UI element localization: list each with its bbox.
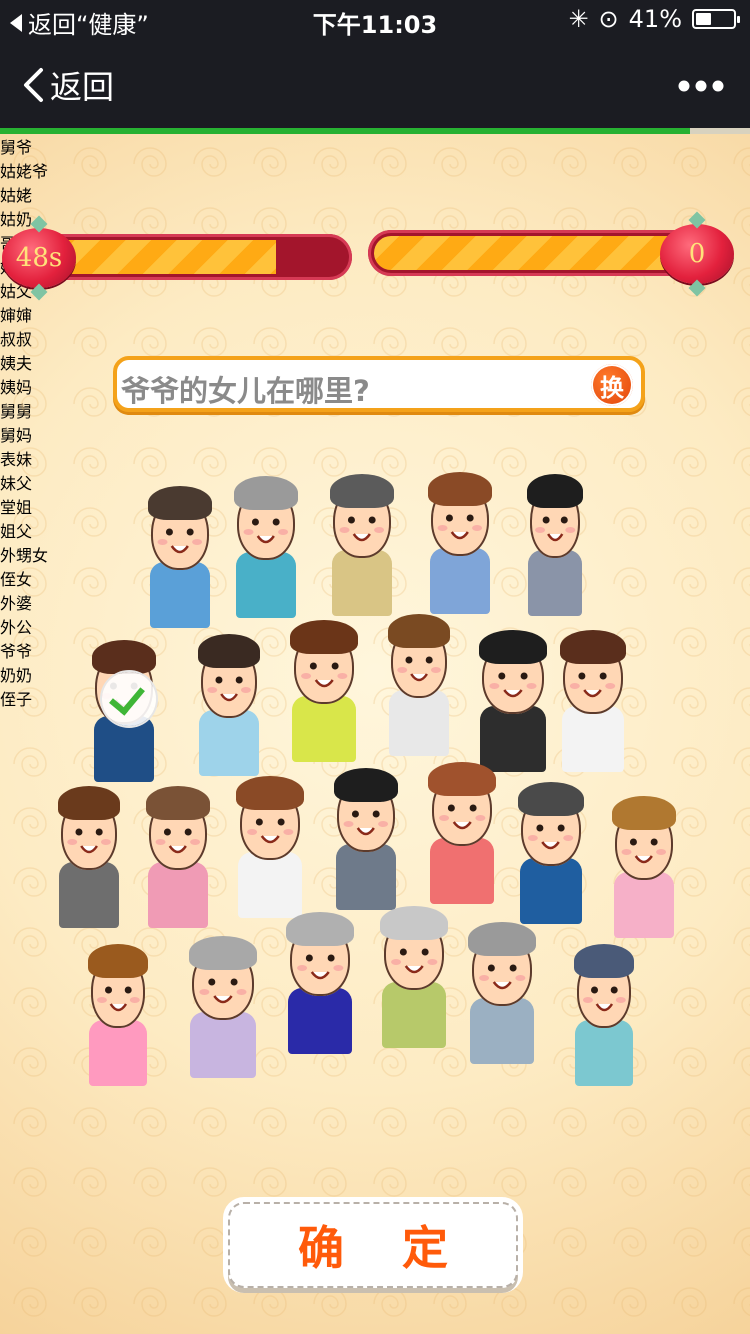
character-waishengnv[interactable] — [604, 794, 684, 944]
character-expression — [528, 824, 574, 850]
status-bar: 返回“健康” 下午11:03 ✳ ⊙ 41% — [0, 0, 750, 40]
battery-percent: 41% — [628, 5, 682, 33]
character-expression — [437, 514, 483, 540]
character-jiefu[interactable] — [510, 780, 592, 930]
character-expression — [157, 528, 203, 554]
character-waigong[interactable] — [278, 910, 362, 1060]
character-waipo[interactable] — [180, 934, 266, 1084]
character-gulaoye[interactable] — [226, 474, 306, 624]
character-expression — [478, 964, 526, 990]
ellipsis-icon — [678, 80, 724, 92]
character-gege[interactable] — [520, 472, 590, 622]
timer-text: 48s — [15, 243, 63, 273]
character-gufu[interactable] — [190, 632, 268, 782]
character-expression — [67, 828, 111, 854]
status-icons: ✳ ⊙ 41% — [568, 5, 740, 33]
character-shenshen[interactable] — [282, 618, 366, 768]
swap-question-button[interactable]: 换 — [591, 364, 633, 406]
character-jiuye[interactable] — [140, 484, 220, 634]
character-zhizi[interactable] — [566, 942, 642, 1092]
character-expression — [243, 518, 289, 544]
loading-spinner-icon: ✳ — [568, 5, 589, 33]
character-gunai[interactable] — [420, 470, 500, 620]
character-yima[interactable] — [552, 628, 634, 778]
character-expression — [438, 804, 486, 830]
character-expression — [207, 676, 251, 702]
character-expression — [339, 516, 385, 542]
character-expression — [397, 656, 441, 682]
character-expression — [582, 986, 626, 1012]
chevron-left-icon — [24, 68, 43, 102]
character-jiujiu[interactable] — [50, 784, 128, 934]
character-expression — [343, 810, 389, 836]
character-yeye[interactable] — [372, 904, 456, 1054]
nav-bar: 返回 — [0, 40, 750, 128]
character-expression — [489, 672, 537, 698]
selected-check-icon — [102, 672, 156, 726]
character-expression — [96, 986, 140, 1012]
character-expression — [246, 818, 294, 844]
back-label: 返回 — [50, 68, 115, 106]
question-text: 爷爷的女儿在哪里? — [121, 374, 370, 408]
character-nainai[interactable] — [460, 920, 544, 1070]
character-shushu[interactable] — [380, 612, 458, 762]
back-button[interactable]: 返回 — [22, 62, 114, 108]
character-expression — [390, 948, 438, 974]
character-meifu[interactable] — [326, 766, 406, 916]
battery-icon — [692, 9, 740, 29]
character-expression — [621, 838, 667, 864]
more-button[interactable] — [678, 62, 724, 102]
character-expression — [199, 978, 247, 1004]
character-zhinv[interactable] — [80, 942, 156, 1092]
question-box: 爷爷的女儿在哪里? 换 — [113, 356, 645, 412]
score-lantern: 0 — [660, 224, 734, 284]
character-expression — [300, 662, 348, 688]
swap-label: 换 — [600, 373, 624, 402]
character-gulao[interactable] — [322, 472, 402, 622]
game-area: 48s 0 爷爷的女儿在哪里? 换 舅爷姑姥爷姑姥姑奶哥哥姑姑姑父婶婶叔叔姨夫姨… — [0, 134, 750, 1334]
timer-lantern: 48s — [2, 228, 76, 288]
character-biaomei[interactable] — [228, 774, 312, 924]
character-expression — [534, 516, 576, 542]
character-jiuma[interactable] — [138, 784, 218, 934]
rotation-lock-icon: ⊙ — [598, 5, 619, 33]
confirm-button[interactable]: 确定 — [228, 1202, 518, 1288]
score-text: 0 — [688, 239, 706, 269]
character-tangjie[interactable] — [420, 760, 504, 910]
character-yifu[interactable] — [470, 628, 556, 778]
character-expression — [155, 828, 201, 854]
confirm-label: 确定 — [298, 1221, 506, 1275]
character-expression — [570, 672, 616, 698]
character-expression — [296, 954, 344, 980]
